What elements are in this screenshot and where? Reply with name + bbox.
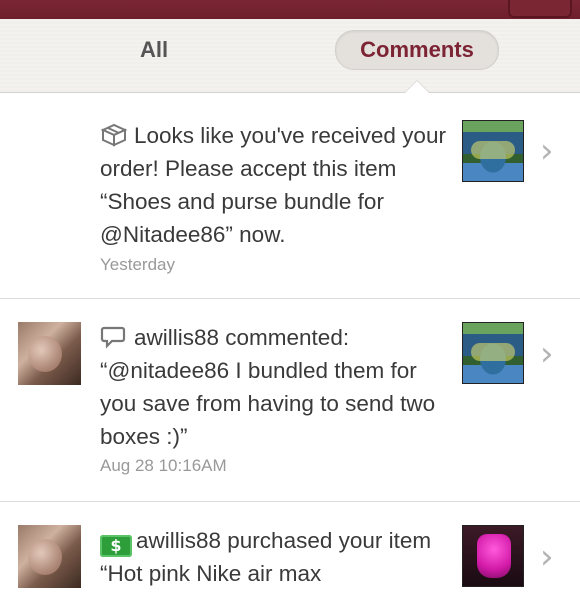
list-item-text: $ awillis88 purchased your item “Hot pink… bbox=[100, 524, 452, 590]
comment-bubble-icon bbox=[100, 325, 126, 349]
item-1-time: Yesterday bbox=[100, 255, 175, 274]
list-item-text: awillis88 commented: “@nitadee86 I bundl… bbox=[100, 321, 450, 453]
avatar[interactable] bbox=[18, 525, 81, 588]
list-item[interactable]: $ awillis88 purchased your item “Hot pink… bbox=[0, 502, 580, 602]
avatar[interactable] bbox=[18, 322, 81, 385]
top-nav-bar bbox=[0, 0, 580, 19]
tab-comments[interactable]: Comments bbox=[335, 30, 499, 70]
list-item[interactable]: awillis88 commented: “@nitadee86 I bundl… bbox=[0, 299, 580, 502]
box-icon bbox=[100, 121, 128, 147]
nav-corner-button[interactable] bbox=[508, 0, 572, 18]
item-2-product-thumbnail[interactable] bbox=[462, 322, 524, 384]
chevron-right-icon: › bbox=[540, 334, 554, 374]
tab-pointer bbox=[405, 81, 429, 93]
item-2-time: Aug 28 10:16AM bbox=[100, 456, 227, 475]
list-item[interactable]: Looks like you've received your order! P… bbox=[0, 93, 580, 299]
chevron-right-icon: › bbox=[540, 537, 554, 577]
tab-bar: All Comments bbox=[0, 19, 580, 93]
tab-all[interactable]: All bbox=[108, 31, 200, 69]
item-1-message: Looks like you've received your order! P… bbox=[100, 123, 446, 247]
item-3-product-thumbnail[interactable] bbox=[462, 525, 524, 587]
item-1-product-thumbnail[interactable] bbox=[462, 120, 524, 182]
item-3-message: awillis88 purchased your item “Hot pink … bbox=[100, 528, 432, 586]
chevron-right-icon: › bbox=[540, 131, 554, 171]
item-2-message: awillis88 commented: “@nitadee86 I bundl… bbox=[100, 325, 436, 449]
money-icon: $ bbox=[100, 535, 132, 557]
list-item-text: Looks like you've received your order! P… bbox=[100, 119, 450, 251]
